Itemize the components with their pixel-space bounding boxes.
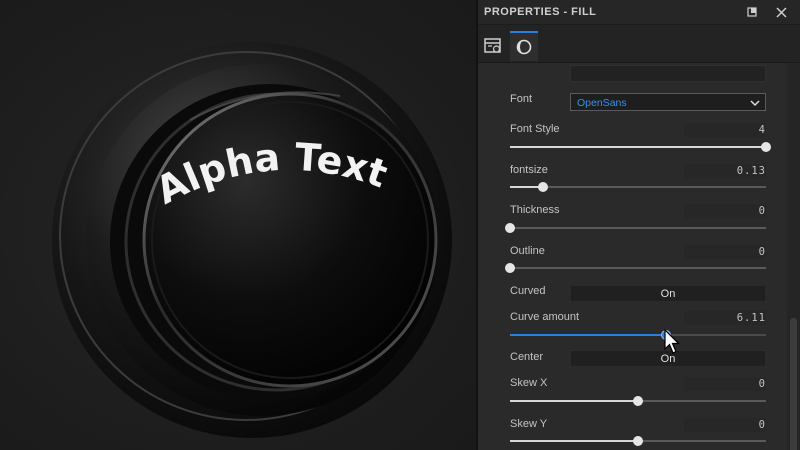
material-sphere-icon bbox=[516, 39, 532, 55]
viewport-3d[interactable]: Alpha Text bbox=[0, 0, 476, 450]
slider-fill bbox=[510, 440, 638, 442]
curve-amount-value: 6.11 bbox=[736, 312, 766, 324]
chevron-down-icon bbox=[750, 100, 760, 107]
skew-y-label: Skew Y bbox=[510, 418, 548, 430]
curve-amount-slider[interactable] bbox=[510, 329, 766, 341]
slider-thumb[interactable] bbox=[761, 142, 771, 152]
center-toggle[interactable]: On bbox=[570, 350, 766, 367]
slider-track bbox=[510, 267, 766, 269]
slider-thumb[interactable] bbox=[505, 223, 515, 233]
slider-track bbox=[510, 186, 766, 188]
blank-field bbox=[570, 65, 766, 82]
font-style-value: 4 bbox=[758, 124, 766, 136]
center-label: Center bbox=[510, 351, 544, 363]
skew-x-slider[interactable] bbox=[510, 395, 766, 407]
properties-content: Font OpenSans Font Style 4 fontsize 0.13… bbox=[478, 63, 788, 450]
restore-window-icon[interactable] bbox=[743, 3, 761, 21]
curved-label: Curved bbox=[510, 285, 546, 297]
panel-titlebar: PROPERTIES - FILL bbox=[478, 0, 800, 25]
font-select-value: OpenSans bbox=[577, 97, 627, 109]
panel-tabs bbox=[478, 25, 800, 63]
slider-thumb[interactable] bbox=[633, 436, 643, 446]
curved-toggle[interactable]: On bbox=[570, 285, 766, 302]
skew-y-slider[interactable] bbox=[510, 435, 766, 447]
slider-thumb[interactable] bbox=[538, 182, 549, 192]
slider-thumb[interactable] bbox=[661, 330, 672, 340]
close-icon[interactable] bbox=[772, 3, 790, 21]
skew-x-value: 0 bbox=[758, 378, 766, 390]
font-style-slider[interactable] bbox=[510, 141, 771, 153]
slider-fill bbox=[510, 400, 638, 402]
scrollbar-thumb[interactable] bbox=[790, 318, 797, 450]
slider-fill bbox=[510, 146, 766, 148]
fontsize-value: 0.13 bbox=[736, 165, 766, 177]
curve-amount-label: Curve amount bbox=[510, 311, 580, 323]
skew-y-value: 0 bbox=[758, 419, 766, 431]
panel-title: PROPERTIES - FILL bbox=[484, 6, 597, 18]
panel-scrollbar[interactable] bbox=[787, 63, 800, 450]
outline-slider[interactable] bbox=[505, 262, 766, 274]
layout-settings-icon bbox=[484, 38, 501, 53]
fontsize-label: fontsize bbox=[510, 164, 548, 176]
fontsize-slider[interactable] bbox=[510, 181, 766, 193]
thickness-value: 0 bbox=[758, 205, 766, 217]
slider-thumb[interactable] bbox=[505, 263, 515, 273]
font-style-label: Font Style bbox=[510, 123, 560, 135]
tab-layout-settings[interactable] bbox=[479, 31, 507, 61]
thickness-label: Thickness bbox=[510, 204, 560, 216]
outline-label: Outline bbox=[510, 245, 545, 257]
slider-fill bbox=[510, 334, 667, 336]
font-label: Font bbox=[510, 93, 533, 105]
button-3d-model: Alpha Text bbox=[52, 42, 452, 438]
font-select[interactable]: OpenSans bbox=[570, 93, 766, 111]
properties-panel: PROPERTIES - FILL Font OpenSans Font Sty… bbox=[478, 0, 800, 450]
thickness-slider[interactable] bbox=[505, 222, 766, 234]
skew-x-label: Skew X bbox=[510, 377, 548, 389]
slider-thumb[interactable] bbox=[633, 396, 643, 406]
outline-value: 0 bbox=[758, 246, 766, 258]
slider-track bbox=[510, 227, 766, 229]
tab-material[interactable] bbox=[510, 31, 538, 61]
